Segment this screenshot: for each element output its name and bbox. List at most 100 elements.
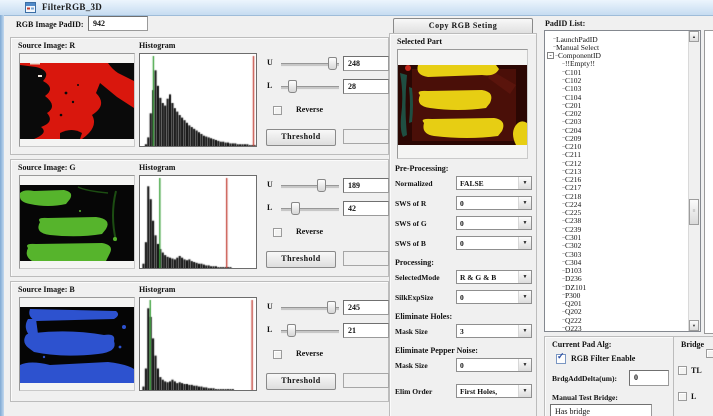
- u-slider[interactable]: [281, 57, 339, 71]
- chevron-down-icon[interactable]: ▼: [518, 217, 531, 229]
- bridge-checkbox[interactable]: [678, 366, 687, 375]
- panel-title: Source Image: B: [18, 285, 75, 294]
- tree-connector: --: [562, 119, 564, 125]
- l-label: L: [267, 325, 272, 334]
- l-value-input[interactable]: 42: [343, 201, 389, 216]
- tree-connector: --: [553, 36, 555, 42]
- section-header: Eliminate Holes:: [395, 312, 452, 321]
- l-slider[interactable]: [281, 202, 339, 216]
- u-value-input[interactable]: 189: [343, 178, 389, 193]
- tree-connector: --: [562, 77, 564, 83]
- combo-box[interactable]: 0 ▼: [456, 290, 532, 304]
- manual-test-bridge-input[interactable]: Has bridge: [550, 404, 652, 416]
- cutoff-panel: [704, 30, 713, 334]
- u-label: U: [267, 180, 273, 189]
- pad-id-value[interactable]: 942: [88, 16, 148, 31]
- scrollbar-thumb[interactable]: ≡: [689, 199, 699, 225]
- tree-connector: --: [562, 177, 564, 183]
- l-slider-thumb[interactable]: [288, 80, 297, 93]
- reverse-checkbox[interactable]: [273, 106, 282, 115]
- combo-value: 0: [460, 219, 464, 228]
- threshold-button[interactable]: Threshold: [266, 129, 336, 146]
- brdg-add-delta-input[interactable]: 0: [629, 370, 669, 386]
- combo-box[interactable]: First Holes, ▼: [456, 384, 532, 398]
- chevron-down-icon[interactable]: ▼: [518, 291, 531, 303]
- control-row: Eliminate Holes: ▼: [393, 307, 533, 321]
- threshold-button[interactable]: Threshold: [266, 251, 336, 268]
- padid-tree[interactable]: - -- LaunchPadID - -- Manual Select - --…: [544, 30, 701, 332]
- chevron-down-icon[interactable]: ▼: [518, 385, 531, 397]
- tree-scrollbar[interactable]: ▲ ≡ ▼: [688, 31, 700, 331]
- histogram-r: [139, 53, 257, 147]
- scroll-up-icon[interactable]: ▲: [689, 31, 699, 42]
- tree-connector: --: [562, 144, 564, 150]
- tree-item[interactable]: - -- Q223: [547, 324, 688, 331]
- threshold-button[interactable]: Threshold: [266, 373, 336, 390]
- histogram-label: Histogram: [139, 163, 175, 172]
- chevron-down-icon[interactable]: ▼: [518, 237, 531, 249]
- reverse-label: Reverse: [296, 349, 323, 358]
- combo-box[interactable]: R & G & B ▼: [456, 270, 532, 284]
- combo-box[interactable]: 0 ▼: [456, 196, 532, 210]
- bridge-checkbox[interactable]: [678, 392, 687, 401]
- tree-connector: --: [562, 309, 564, 315]
- tree-connector: --: [562, 111, 564, 117]
- combo-box[interactable]: 3 ▼: [456, 324, 532, 338]
- l-value-input[interactable]: 28: [343, 79, 389, 94]
- source-image-g: [19, 175, 135, 269]
- bridge-title: Bridge: [681, 340, 704, 349]
- combo-box[interactable]: FALSE ▼: [456, 176, 532, 190]
- l-label: L: [267, 81, 272, 90]
- tree-connector: --: [562, 218, 564, 224]
- reverse-checkbox[interactable]: [273, 350, 282, 359]
- tree-items: - -- LaunchPadID - -- Manual Select - --…: [547, 35, 688, 331]
- tree-connector: --: [562, 243, 564, 249]
- chevron-down-icon[interactable]: ▼: [518, 325, 531, 337]
- u-value-input[interactable]: 248: [343, 56, 389, 71]
- chevron-down-icon[interactable]: ▼: [518, 197, 531, 209]
- chevron-down-icon[interactable]: ▼: [518, 271, 531, 283]
- u-slider-thumb[interactable]: [328, 57, 337, 70]
- tree-connector: --: [562, 102, 564, 108]
- u-slider[interactable]: [281, 301, 339, 315]
- combo-box[interactable]: 0 ▼: [456, 358, 532, 372]
- u-label: U: [267, 58, 273, 67]
- manual-test-bridge-label: Manual Test Bridge:: [552, 393, 618, 402]
- title-bar[interactable]: FilterRGB_3D: [0, 0, 713, 16]
- selected-part-panel: Selected Part Pre-Processing:: [389, 33, 537, 416]
- tree-connector: --: [562, 69, 564, 75]
- current-pad-alg-panel: Current Pad Alg: ✓ RGB Filter Enable Brd…: [544, 336, 674, 416]
- control-row: SelectedMode R & G & B ▼: [393, 267, 533, 287]
- tree-expander-icon[interactable]: -: [547, 52, 554, 59]
- tree-connector: --: [562, 235, 564, 241]
- u-slider-thumb[interactable]: [327, 301, 336, 314]
- l-slider[interactable]: [281, 324, 339, 338]
- combo-value: 3: [460, 327, 464, 336]
- tree-connector: --: [562, 317, 564, 323]
- u-label: U: [267, 302, 273, 311]
- reverse-checkbox[interactable]: [273, 228, 282, 237]
- scroll-down-icon[interactable]: ▼: [689, 320, 699, 331]
- combo-value: First Holes,: [460, 387, 497, 396]
- combo-box[interactable]: 0 ▼: [456, 236, 532, 250]
- bridge-checkbox-partial[interactable]: [706, 349, 713, 358]
- u-value-input[interactable]: 245: [343, 300, 389, 315]
- chevron-down-icon[interactable]: ▼: [518, 177, 531, 189]
- rgb-filter-enable-checkbox[interactable]: ✓: [556, 354, 566, 364]
- combo-value: 0: [460, 361, 464, 370]
- control-row: Elim Order First Holes, ▼: [393, 381, 533, 401]
- chevron-down-icon[interactable]: ▼: [518, 359, 531, 371]
- u-slider-thumb[interactable]: [317, 179, 326, 192]
- l-slider-thumb[interactable]: [291, 202, 300, 215]
- tree-connector: --: [555, 53, 557, 59]
- control-row: SWS of G 0 ▼: [393, 213, 533, 233]
- tree-connector: --: [562, 251, 564, 257]
- tree-connector: --: [562, 135, 564, 141]
- l-value-input[interactable]: 21: [343, 323, 389, 338]
- l-slider[interactable]: [281, 80, 339, 94]
- padid-list-label: PadID List:: [545, 19, 585, 28]
- combo-box[interactable]: 0 ▼: [456, 216, 532, 230]
- u-slider[interactable]: [281, 179, 339, 193]
- control-label: Elim Order: [395, 387, 432, 396]
- l-slider-thumb[interactable]: [287, 324, 296, 337]
